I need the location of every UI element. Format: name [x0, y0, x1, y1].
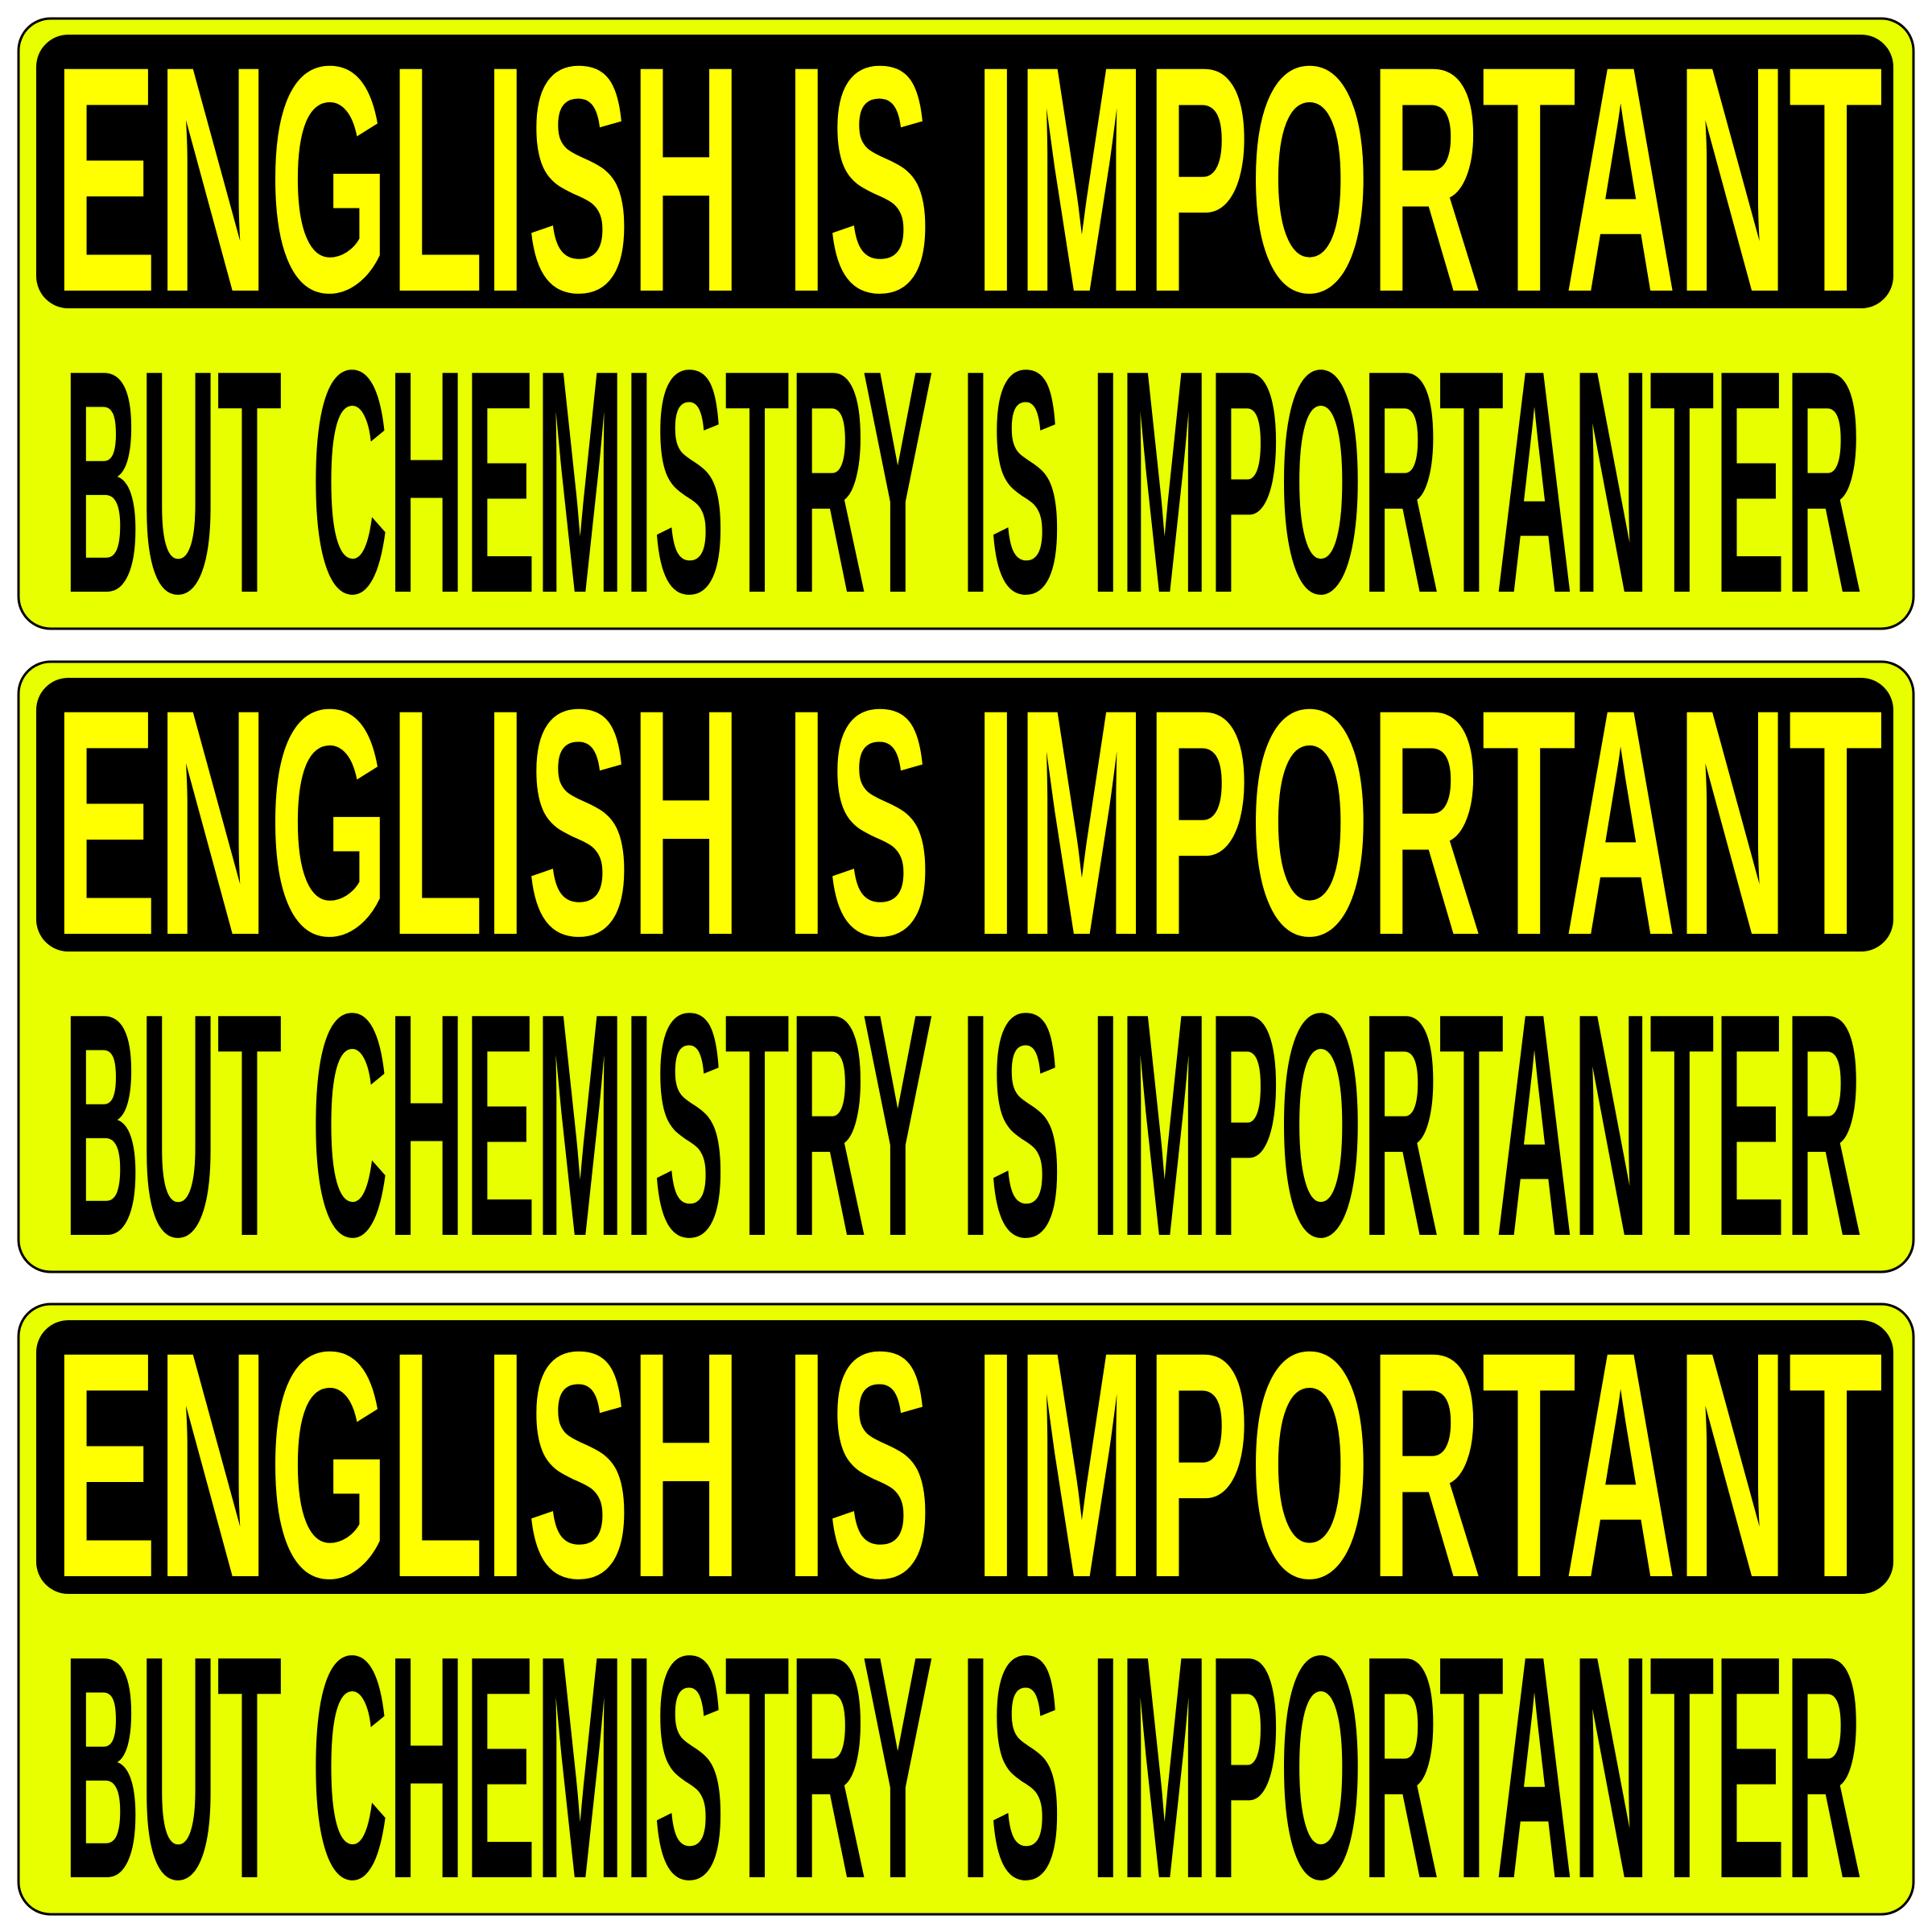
sticker-2: ENGLISH IS IMPORTANT BUT CHEMISTRY IS IM…	[17, 660, 1915, 1274]
sticker-3: ENGLISH IS IMPORTANT BUT CHEMISTRY IS IM…	[17, 1302, 1915, 1916]
subline: BUT CHEMISTRY IS IMPORTANTER	[64, 947, 1862, 1274]
sticker-1: ENGLISH IS IMPORTANT BUT CHEMISTRY IS IM…	[17, 17, 1915, 630]
subline: BUT CHEMISTRY IS IMPORTANTER	[64, 303, 1862, 630]
subline: BUT CHEMISTRY IS IMPORTANTER	[64, 1589, 1862, 1916]
